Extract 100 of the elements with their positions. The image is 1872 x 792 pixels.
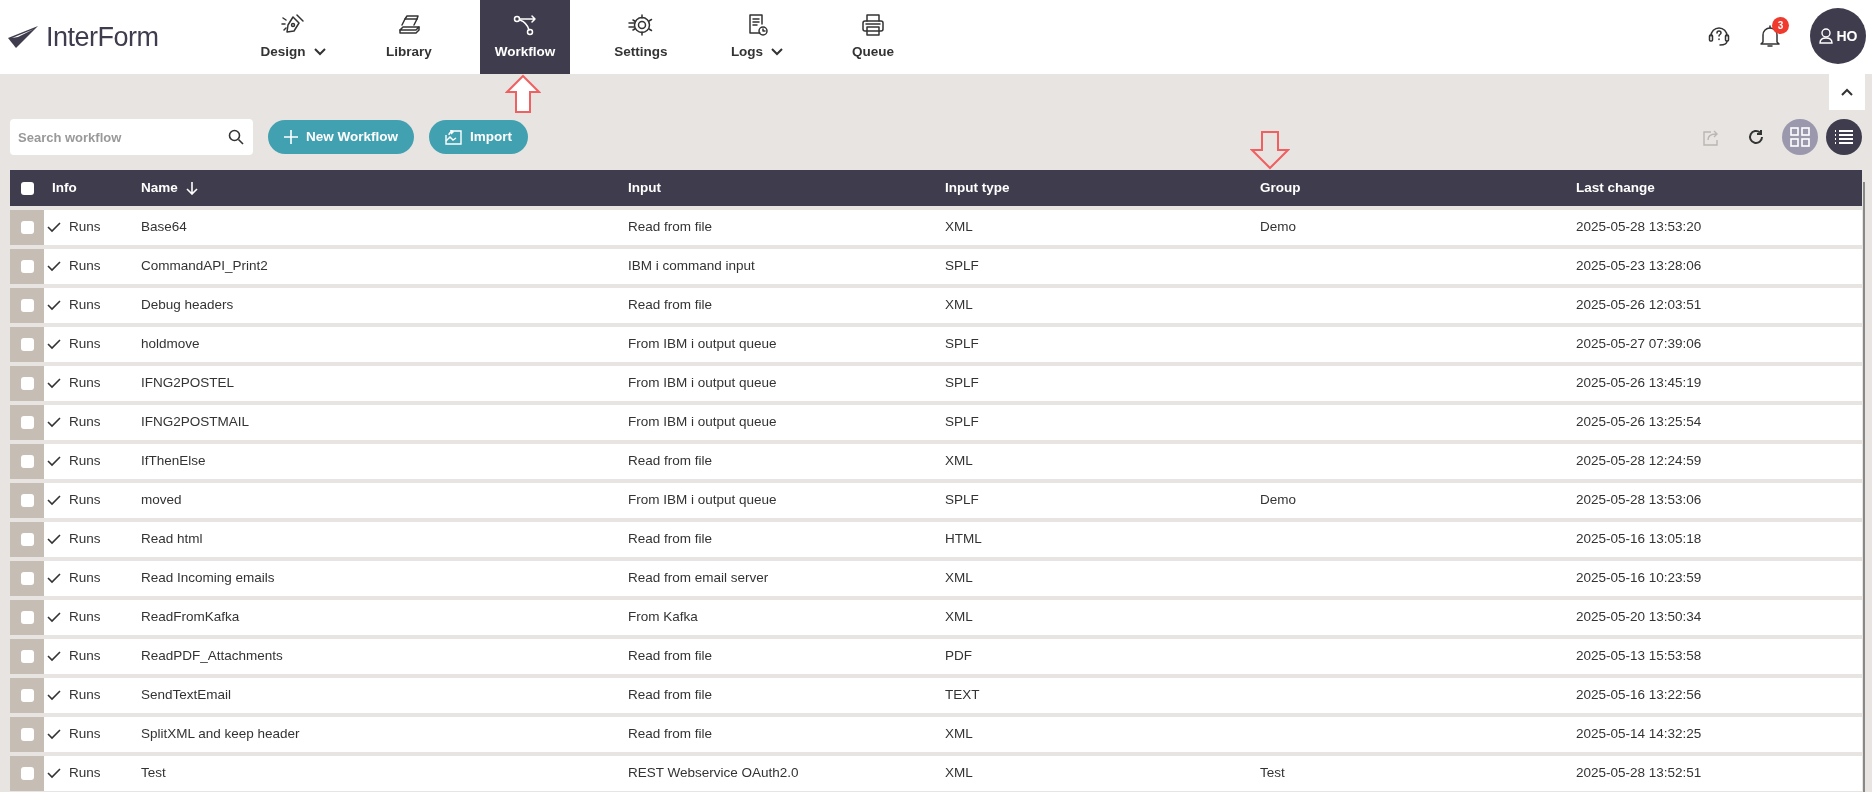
table-cell: 2025-05-28 13:52:51 xyxy=(1576,765,1702,781)
table-cell: 2025-05-26 12:03:51 xyxy=(1576,297,1702,313)
table-cell: REST Webservice OAuth2.0 xyxy=(628,765,799,781)
table-cell: SPLF xyxy=(945,414,979,430)
table-cell: From Kafka xyxy=(628,609,698,625)
table-cell: XML xyxy=(945,609,973,625)
sort-arrow-icon[interactable] xyxy=(185,181,198,195)
table-cell: IBM i command input xyxy=(628,258,755,274)
table-row[interactable]: Runs Base64 Read from file XML Demo 2025-05-28 13:53:20 xyxy=(10,210,1862,245)
table-row[interactable]: Runs SendTextEmail Read from file TEXT 2025-05-16 13:22:56 xyxy=(10,678,1862,713)
checkmark-icon xyxy=(47,573,61,584)
table-cell: Read from file xyxy=(628,648,713,664)
status-text: Runs xyxy=(69,374,101,393)
table-cell: 2025-05-26 13:25:54 xyxy=(1576,414,1702,430)
column-header[interactable]: Last change xyxy=(1576,177,1655,199)
checkmark-icon xyxy=(47,222,61,233)
table-row[interactable]: Runs IfThenElse Read from file XML 2025-05-28 12:24:59 xyxy=(10,444,1862,479)
grid-view-button[interactable] xyxy=(1782,119,1818,155)
table-row[interactable]: Runs moved From IBM i output queue SPLF Demo 2025-05-28 13:53:06 xyxy=(10,483,1862,518)
table-cell: From IBM i output queue xyxy=(628,375,777,391)
table-row[interactable]: Runs IFNG2POSTEL From IBM i output queue SPLF 2025-05-26 13:45:19 xyxy=(10,366,1862,401)
table-cell: CommandAPI_Print2 xyxy=(141,258,268,274)
row-checkbox[interactable] xyxy=(20,572,34,585)
table-row[interactable]: Runs Test REST Webservice OAuth2.0 XML Test 2025-05-28 13:52:51 xyxy=(10,756,1862,791)
table-cell: Read from email server xyxy=(628,570,769,586)
table-row[interactable]: Runs Debug headers Read from file XML 2025-05-26 12:03:51 xyxy=(10,288,1862,323)
row-checkbox[interactable] xyxy=(20,689,34,702)
row-checkbox[interactable] xyxy=(20,260,34,273)
table-row[interactable]: Runs Read Incoming emails Read from email server XML 2025-05-16 10:23:59 xyxy=(10,561,1862,596)
logo-icon xyxy=(8,26,38,48)
nav-tab[interactable]: Library xyxy=(364,0,454,74)
checkmark-icon xyxy=(47,534,61,545)
status-text: Runs xyxy=(69,647,101,666)
row-checkbox[interactable] xyxy=(20,533,34,546)
row-checkbox[interactable] xyxy=(20,494,34,507)
list-view-button[interactable] xyxy=(1826,119,1862,155)
row-checkbox[interactable] xyxy=(20,728,34,741)
table-cell: Test xyxy=(141,765,166,781)
help-headset-icon[interactable] xyxy=(1708,24,1730,48)
row-checkbox[interactable] xyxy=(20,416,34,429)
up-arrow-annotation-icon xyxy=(505,74,541,114)
row-checkbox[interactable] xyxy=(20,650,34,663)
table-cell: moved xyxy=(141,492,182,508)
row-checkbox[interactable] xyxy=(20,377,34,390)
row-checkbox[interactable] xyxy=(20,767,34,780)
table-row[interactable]: Runs ReadPDF_Attachments Read from file PDF 2025-05-13 15:53:58 xyxy=(10,639,1862,674)
table-cell: 2025-05-20 13:50:34 xyxy=(1576,609,1702,625)
checkmark-icon xyxy=(47,729,61,740)
column-header[interactable]: Group xyxy=(1260,177,1301,199)
row-checkbox[interactable] xyxy=(20,299,34,312)
table-row[interactable]: Runs SplitXML and keep header Read from file XML 2025-05-14 14:32:25 xyxy=(10,717,1862,752)
table-cell: IFNG2POSTMAIL xyxy=(141,414,250,430)
column-header[interactable]: Input xyxy=(628,177,661,199)
row-checkbox[interactable] xyxy=(20,455,34,468)
table-cell: Read from file xyxy=(628,297,713,313)
scrollbar[interactable] xyxy=(1863,182,1865,792)
table-cell: SPLF xyxy=(945,375,979,391)
table-row[interactable]: Runs ReadFromKafka From Kafka XML 2025-05-20 13:50:34 xyxy=(10,600,1862,635)
table-cell: SPLF xyxy=(945,258,979,274)
checkmark-icon xyxy=(47,768,61,779)
checkmark-icon xyxy=(47,612,61,623)
nav-tab[interactable]: Design xyxy=(248,0,338,74)
checkmark-icon xyxy=(47,339,61,350)
search-field[interactable]: Search workflow xyxy=(10,119,253,155)
status-text: Runs xyxy=(69,725,101,744)
user-avatar-button[interactable]: HO xyxy=(1810,8,1866,64)
row-checkbox[interactable] xyxy=(20,611,34,624)
collapse-button[interactable] xyxy=(1829,74,1865,110)
table-cell: 2025-05-23 13:28:06 xyxy=(1576,258,1702,274)
nav-tab[interactable]: Workflow xyxy=(480,0,570,74)
status-text: Runs xyxy=(69,296,101,315)
table-cell: Read from file xyxy=(628,687,713,703)
table-cell: Debug headers xyxy=(141,297,234,313)
table-cell: Base64 xyxy=(141,219,187,235)
checkmark-icon xyxy=(47,456,61,467)
select-all-checkbox[interactable] xyxy=(20,181,34,195)
table-cell: Test xyxy=(1260,765,1285,781)
nav-tab[interactable]: Logs xyxy=(712,0,802,74)
row-checkbox[interactable] xyxy=(20,221,34,234)
notification-bell-icon[interactable] xyxy=(1760,24,1780,48)
status-text: Runs xyxy=(69,686,101,705)
share-icon xyxy=(1703,128,1721,146)
table-cell: 2025-05-27 07:39:06 xyxy=(1576,336,1702,352)
table-cell: Read from file xyxy=(628,219,713,235)
row-checkbox[interactable] xyxy=(20,338,34,351)
table-row[interactable]: Runs CommandAPI_Print2 IBM i command input SPLF 2025-05-23 13:28:06 xyxy=(10,249,1862,284)
column-header[interactable]: Input type xyxy=(945,177,1010,199)
table-cell: 2025-05-28 12:24:59 xyxy=(1576,453,1702,469)
nav-tab[interactable]: Settings xyxy=(596,0,686,74)
down-arrow-annotation-icon xyxy=(1250,130,1290,170)
column-header[interactable]: Name xyxy=(141,177,178,199)
list-icon xyxy=(1834,129,1854,145)
table-row[interactable]: Runs holdmove From IBM i output queue SPLF 2025-05-27 07:39:06 xyxy=(10,327,1862,362)
checkmark-icon xyxy=(47,690,61,701)
table-cell: TEXT xyxy=(945,687,980,703)
table-row[interactable]: Runs Read html Read from file HTML 2025-05-16 13:05:18 xyxy=(10,522,1862,557)
table-row[interactable]: Runs IFNG2POSTMAIL From IBM i output queue SPLF 2025-05-26 13:25:54 xyxy=(10,405,1862,440)
column-header[interactable]: Info xyxy=(52,177,77,199)
notification-count: 3 xyxy=(1772,17,1789,34)
nav-tab[interactable]: Queue xyxy=(828,0,918,74)
